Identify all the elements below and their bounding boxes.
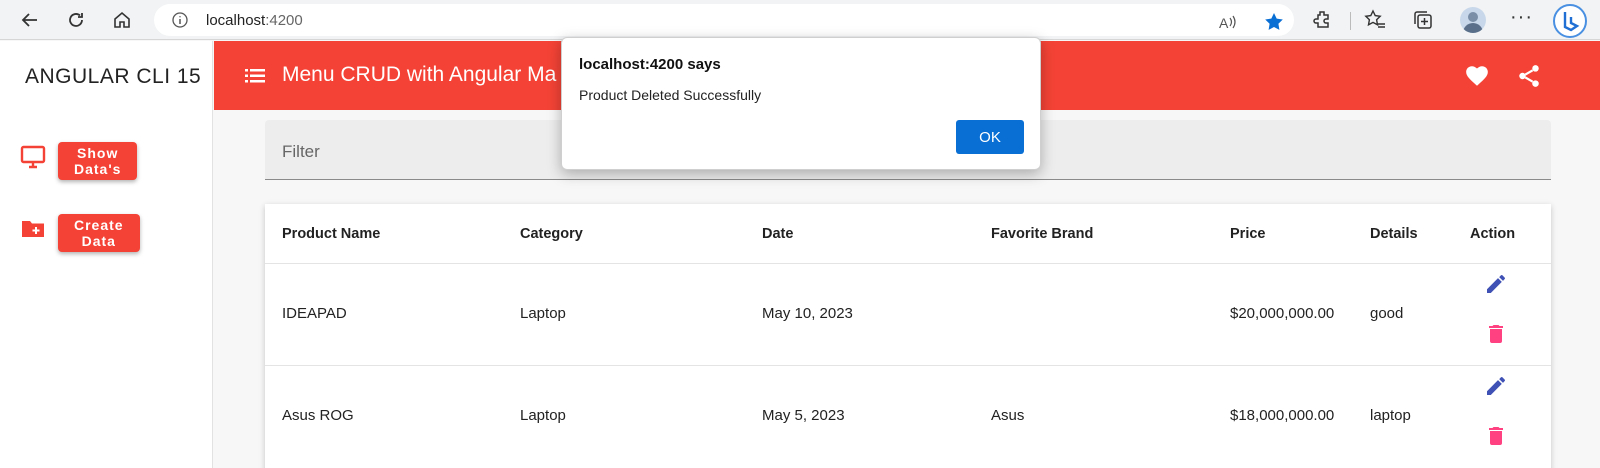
menu-list-icon[interactable] xyxy=(244,65,266,87)
reload-icon[interactable] xyxy=(64,8,88,32)
url-port: :4200 xyxy=(265,12,303,29)
cell-product-name: IDEAPAD xyxy=(282,305,347,322)
home-icon[interactable] xyxy=(110,8,134,32)
row-divider xyxy=(265,263,1551,264)
cell-details: laptop xyxy=(1370,407,1411,424)
product-table: Product Name Category Date Favorite Bran… xyxy=(265,204,1551,468)
svg-text:A: A xyxy=(1219,15,1229,31)
edit-icon[interactable] xyxy=(1484,272,1508,296)
address-bar[interactable]: localhost:4200 A xyxy=(154,4,1294,36)
header-details[interactable]: Details xyxy=(1370,226,1418,242)
header-favorite-brand[interactable]: Favorite Brand xyxy=(991,226,1093,242)
app-brand: ANGULAR CLI 15 xyxy=(25,65,202,88)
read-aloud-icon[interactable]: A xyxy=(1218,12,1238,32)
edit-icon[interactable] xyxy=(1484,374,1508,398)
row-divider xyxy=(265,365,1551,366)
filter-label: Filter xyxy=(282,142,320,161)
cell-category: Laptop xyxy=(520,305,566,322)
more-options-icon[interactable]: ··· xyxy=(1510,6,1533,29)
favorites-icon[interactable] xyxy=(1364,9,1386,31)
url-host: localhost xyxy=(206,12,266,29)
cell-product-name: Asus ROG xyxy=(282,407,354,424)
url-text[interactable]: localhost:4200 xyxy=(206,12,303,29)
collections-icon[interactable] xyxy=(1412,9,1434,31)
delete-icon[interactable] xyxy=(1484,424,1508,448)
dialog-message: Product Deleted Successfully xyxy=(579,87,762,103)
ok-button[interactable]: OK xyxy=(956,120,1024,154)
toolbar-divider xyxy=(1350,12,1351,30)
header-price[interactable]: Price xyxy=(1230,226,1265,242)
heart-icon[interactable] xyxy=(1464,63,1490,89)
extensions-icon[interactable] xyxy=(1312,9,1334,31)
delete-icon[interactable] xyxy=(1484,322,1508,346)
show-data-button[interactable]: Show Data's xyxy=(58,142,138,180)
header-date[interactable]: Date xyxy=(762,226,793,242)
monitor-icon xyxy=(20,144,46,170)
cell-date: May 10, 2023 xyxy=(762,305,853,322)
cell-details: good xyxy=(1370,305,1404,322)
page-title: Menu CRUD with Angular Ma xyxy=(282,63,557,86)
dialog-title: localhost:4200 says xyxy=(579,56,721,73)
browser-toolbar: localhost:4200 A ··· xyxy=(0,0,1600,40)
info-icon[interactable] xyxy=(172,12,188,28)
create-data-button[interactable]: Create Data xyxy=(58,214,140,252)
alert-dialog: localhost:4200 says Product Deleted Succ… xyxy=(561,37,1041,170)
sidebar: ANGULAR CLI 15 Show Data's Create Data xyxy=(0,41,213,468)
cell-price: $20,000,000.00 xyxy=(1230,305,1335,322)
header-product-name[interactable]: Product Name xyxy=(282,226,380,242)
cell-date: May 5, 2023 xyxy=(762,407,845,424)
cell-price: $18,000,000.00 xyxy=(1230,407,1335,424)
bing-copilot-icon[interactable] xyxy=(1553,4,1587,38)
back-icon[interactable] xyxy=(18,8,42,32)
favorite-star-icon[interactable] xyxy=(1264,12,1284,32)
profile-avatar[interactable] xyxy=(1460,7,1486,33)
header-action: Action xyxy=(1470,226,1516,242)
header-category[interactable]: Category xyxy=(520,226,583,242)
cell-category: Laptop xyxy=(520,407,566,424)
folder-add-icon xyxy=(20,216,46,242)
share-icon[interactable] xyxy=(1516,63,1542,89)
cell-brand: Asus xyxy=(991,407,1025,424)
